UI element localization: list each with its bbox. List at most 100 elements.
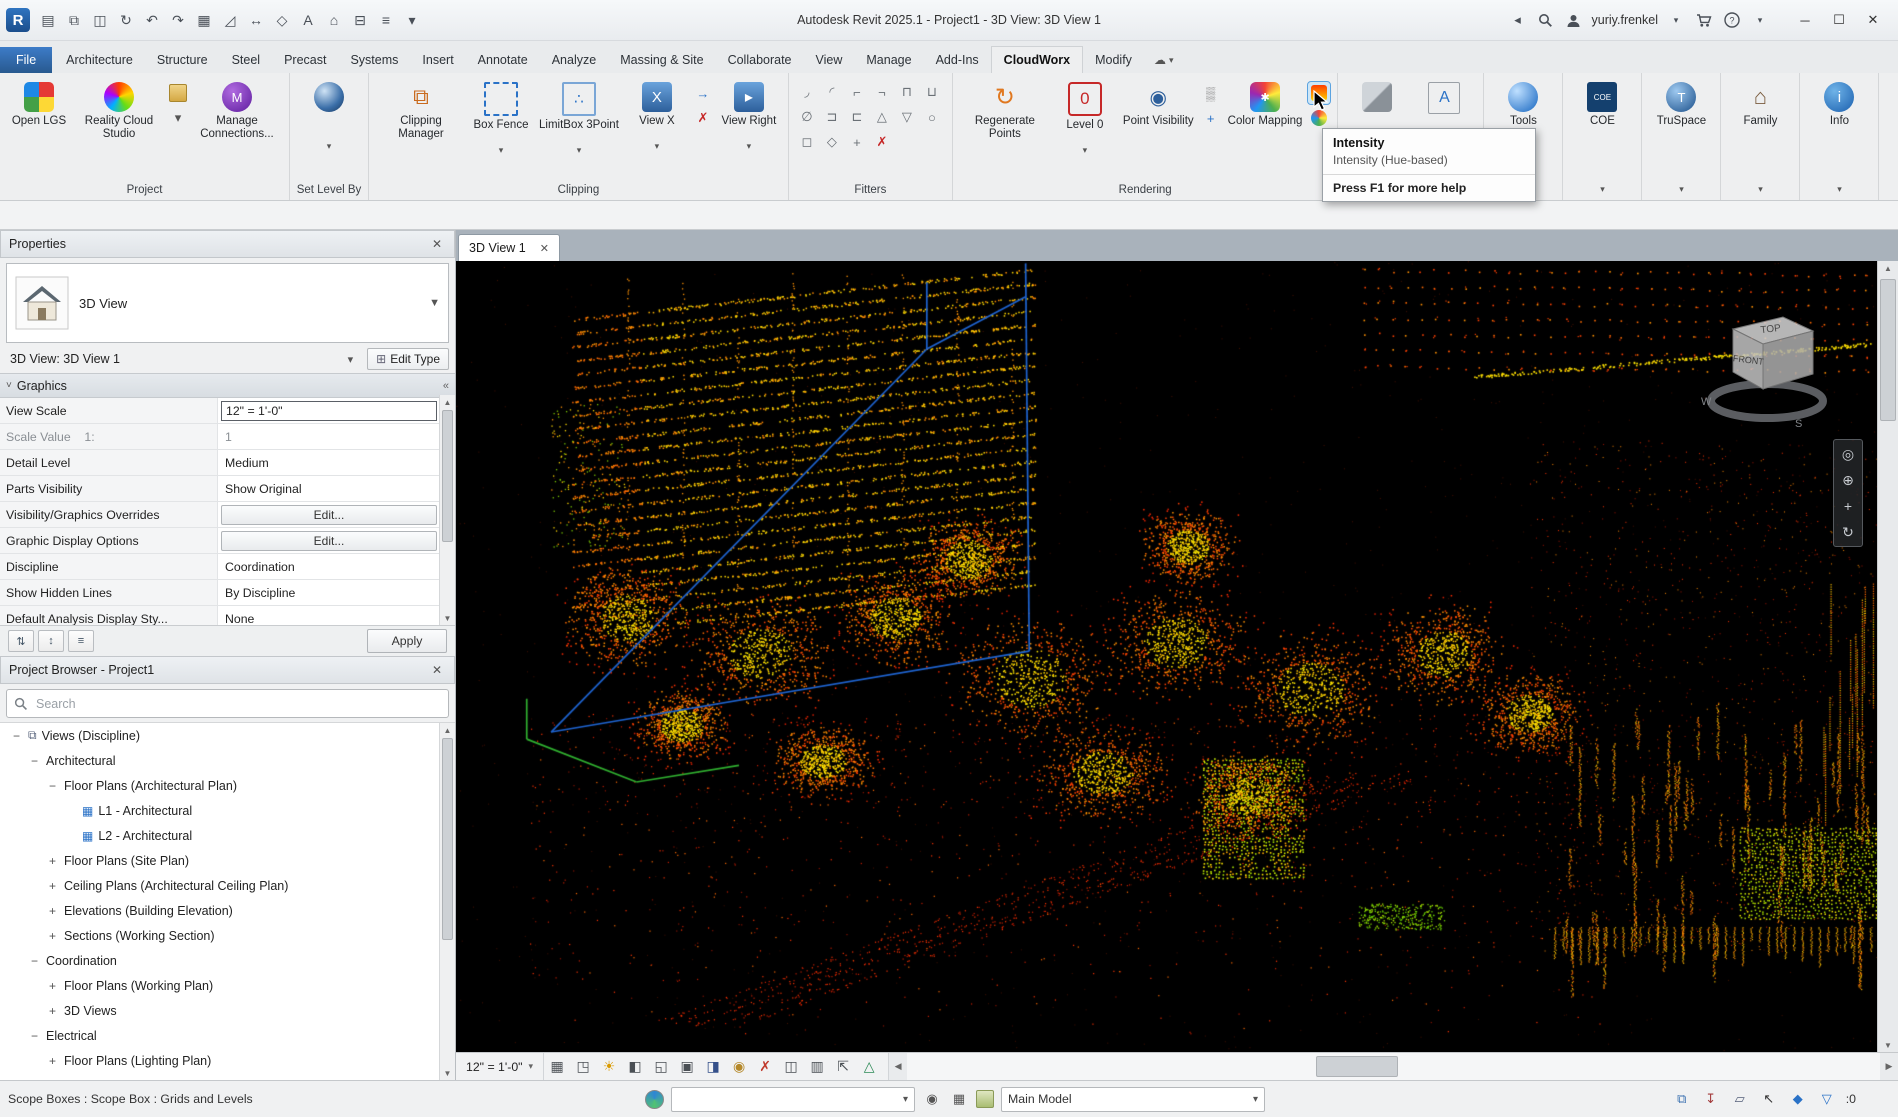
- cross-fitting-button[interactable]: ⊏: [846, 106, 868, 128]
- tab-annotate[interactable]: Annotate: [466, 47, 540, 73]
- coupling-fitting-button[interactable]: ⊔: [921, 81, 943, 103]
- text-icon[interactable]: A: [296, 8, 320, 32]
- collapse-icon[interactable]: −: [10, 729, 23, 742]
- tree-item-architectural[interactable]: −Architectural: [0, 748, 455, 773]
- box-fence-button[interactable]: Box Fence▾: [469, 78, 533, 156]
- expand-icon[interactable]: +: [46, 929, 59, 942]
- tab-structure[interactable]: Structure: [145, 47, 220, 73]
- tree-item-sections-working-section[interactable]: + Sections (Working Section): [0, 923, 455, 948]
- panel-chevron-icon[interactable]: ▾: [1758, 184, 1763, 195]
- measure-icon[interactable]: ◿: [218, 8, 242, 32]
- select-underlay-icon[interactable]: ▱: [1730, 1089, 1750, 1109]
- tab-massing-site[interactable]: Massing & Site: [608, 47, 715, 73]
- tab-steel[interactable]: Steel: [220, 47, 273, 73]
- viewcube[interactable]: TOP FRONT W S: [1691, 299, 1841, 439]
- user-icon[interactable]: [1564, 10, 1584, 30]
- tree-item-label[interactable]: Sections (Working Section): [64, 929, 215, 943]
- transition-fitting-button[interactable]: ∅: [796, 106, 818, 128]
- cap-fitting-button[interactable]: ⊓: [896, 81, 918, 103]
- scroll-up-icon[interactable]: ▲: [440, 395, 455, 409]
- regenerate-points-button[interactable]: ↻Regenerate Points: [960, 78, 1050, 144]
- truspace-button[interactable]: TTruSpace: [1649, 78, 1713, 144]
- collapse-icon[interactable]: −: [28, 954, 41, 967]
- tab-modify[interactable]: Modify: [1083, 47, 1144, 73]
- properties-close-icon[interactable]: ✕: [428, 237, 446, 251]
- panel-chevron-icon[interactable]: ▾: [1679, 184, 1684, 195]
- tree-item-views-discipline[interactable]: −⧉Views (Discipline): [0, 723, 455, 748]
- limitbox-3point-button[interactable]: ∴LimitBox 3Point▾: [536, 78, 622, 156]
- minimize-button[interactable]: ─: [1788, 6, 1822, 34]
- element-selector-chevron-icon[interactable]: ▾: [348, 353, 358, 366]
- panel-chevron-icon[interactable]: ▾: [1837, 184, 1842, 195]
- property-field[interactable]: Show Original: [221, 480, 437, 498]
- expand-icon[interactable]: +: [46, 904, 59, 917]
- browser-search-box[interactable]: [6, 689, 449, 718]
- tree-item-label[interactable]: Architectural: [46, 754, 115, 768]
- new-icon[interactable]: ▤: [36, 8, 60, 32]
- tab-file[interactable]: File: [0, 47, 52, 73]
- hue-mapping-button[interactable]: [1308, 107, 1330, 129]
- undo-icon[interactable]: ↶: [140, 8, 164, 32]
- clipping-manager-button[interactable]: ⧉Clipping Manager: [376, 78, 466, 144]
- tab-collaborate[interactable]: Collaborate: [716, 47, 804, 73]
- flange-fitting-button[interactable]: ○: [921, 106, 943, 128]
- panel-chevron-icon[interactable]: ▾: [1600, 184, 1605, 195]
- tree-item-l2-architectural[interactable]: ▦L2 - Architectural: [0, 823, 455, 848]
- wye-fitting-button[interactable]: △: [871, 106, 893, 128]
- tree-item-label[interactable]: Floor Plans (Site Plan): [64, 854, 189, 868]
- valve-fitting-button[interactable]: ◻: [796, 131, 818, 153]
- unlock-view-icon[interactable]: ✗: [752, 1053, 778, 1080]
- folder-add-button[interactable]: [167, 82, 189, 104]
- tree-item-floor-plans-site-plan[interactable]: + Floor Plans (Site Plan): [0, 848, 455, 873]
- tree-item-label[interactable]: Floor Plans (Working Plan): [64, 979, 213, 993]
- tree-item-label[interactable]: Elevations (Building Elevation): [64, 904, 233, 918]
- browser-scrollbar[interactable]: ▲ ▼: [439, 723, 455, 1080]
- temporary-hide-icon[interactable]: ◨: [700, 1053, 726, 1080]
- tree-item-label[interactable]: 3D Views: [64, 1004, 117, 1018]
- save-icon[interactable]: ◫: [88, 8, 112, 32]
- horizontal-scrollbar[interactable]: ◀ ▶: [888, 1053, 1898, 1080]
- open-lgs-button[interactable]: Open LGS: [7, 78, 71, 144]
- tree-item-floor-plans-lighting-plan[interactable]: +Floor Plans (Lighting Plan): [0, 1048, 455, 1073]
- close-button[interactable]: ✕: [1856, 6, 1890, 34]
- tab-view[interactable]: View: [804, 47, 855, 73]
- level-0-button[interactable]: 0Level 0▾: [1053, 78, 1117, 156]
- temporary-view-properties-icon[interactable]: ▥: [804, 1053, 830, 1080]
- tee-fitting-button[interactable]: ◜: [821, 81, 843, 103]
- worksharing-display-icon[interactable]: ◫: [778, 1053, 804, 1080]
- tree-item-floor-plans-architectural-plan[interactable]: −Floor Plans (Architectural Plan): [0, 773, 455, 798]
- aligned-dimension-icon[interactable]: ↔: [244, 8, 268, 32]
- viewcube-south-label[interactable]: S: [1795, 418, 1802, 430]
- scroll-up-icon[interactable]: ▲: [440, 723, 455, 737]
- sleeve-fitting-button[interactable]: ◇: [821, 131, 843, 153]
- delete-fitting-button[interactable]: ✗: [871, 131, 893, 153]
- dropdown-arrow-icon[interactable]: ▾: [1083, 146, 1088, 154]
- detail-level-icon[interactable]: ▦: [544, 1053, 570, 1080]
- property-field[interactable]: None: [221, 610, 437, 626]
- signed-in-user[interactable]: yuriy.frenkel: [1592, 13, 1658, 27]
- pan-icon[interactable]: +: [1837, 495, 1859, 517]
- expand-icon[interactable]: +: [46, 854, 59, 867]
- viewcube-west-label[interactable]: W: [1701, 396, 1712, 408]
- dropdown-arrow-icon[interactable]: ▾: [577, 146, 582, 154]
- property-field[interactable]: Coordination: [221, 558, 437, 576]
- dropdown-arrow-icon[interactable]: ▾: [747, 142, 752, 150]
- apply-button[interactable]: Apply: [367, 629, 447, 653]
- expand-icon[interactable]: +: [46, 879, 59, 892]
- view-tab-close-icon[interactable]: ✕: [540, 242, 549, 255]
- worksharing-grid-icon[interactable]: ▦: [949, 1089, 969, 1109]
- tree-item-ceiling-plans-architectural-ceiling-plan[interactable]: +Ceiling Plans (Architectural Ceiling Pl…: [0, 873, 455, 898]
- tab-manage[interactable]: Manage: [854, 47, 923, 73]
- tree-item-label[interactable]: L1 - Architectural: [98, 804, 192, 818]
- print-icon[interactable]: ▦: [192, 8, 216, 32]
- scroll-right-icon[interactable]: ▶: [1880, 1053, 1898, 1080]
- project-browser-header[interactable]: Project Browser - Project1 ✕: [0, 656, 455, 684]
- point-density-button[interactable]: ▒: [1200, 82, 1222, 104]
- expand-icon[interactable]: +: [46, 979, 59, 992]
- collapse-icon[interactable]: −: [28, 1029, 41, 1042]
- add-fitting-button[interactable]: +: [846, 131, 868, 153]
- orbit-icon[interactable]: ↻: [1837, 521, 1859, 543]
- type-selector-chevron-icon[interactable]: ▼: [429, 297, 440, 309]
- displace-elements-icon[interactable]: ⇱: [830, 1053, 856, 1080]
- reducer-fitting-button[interactable]: ⌐: [846, 81, 868, 103]
